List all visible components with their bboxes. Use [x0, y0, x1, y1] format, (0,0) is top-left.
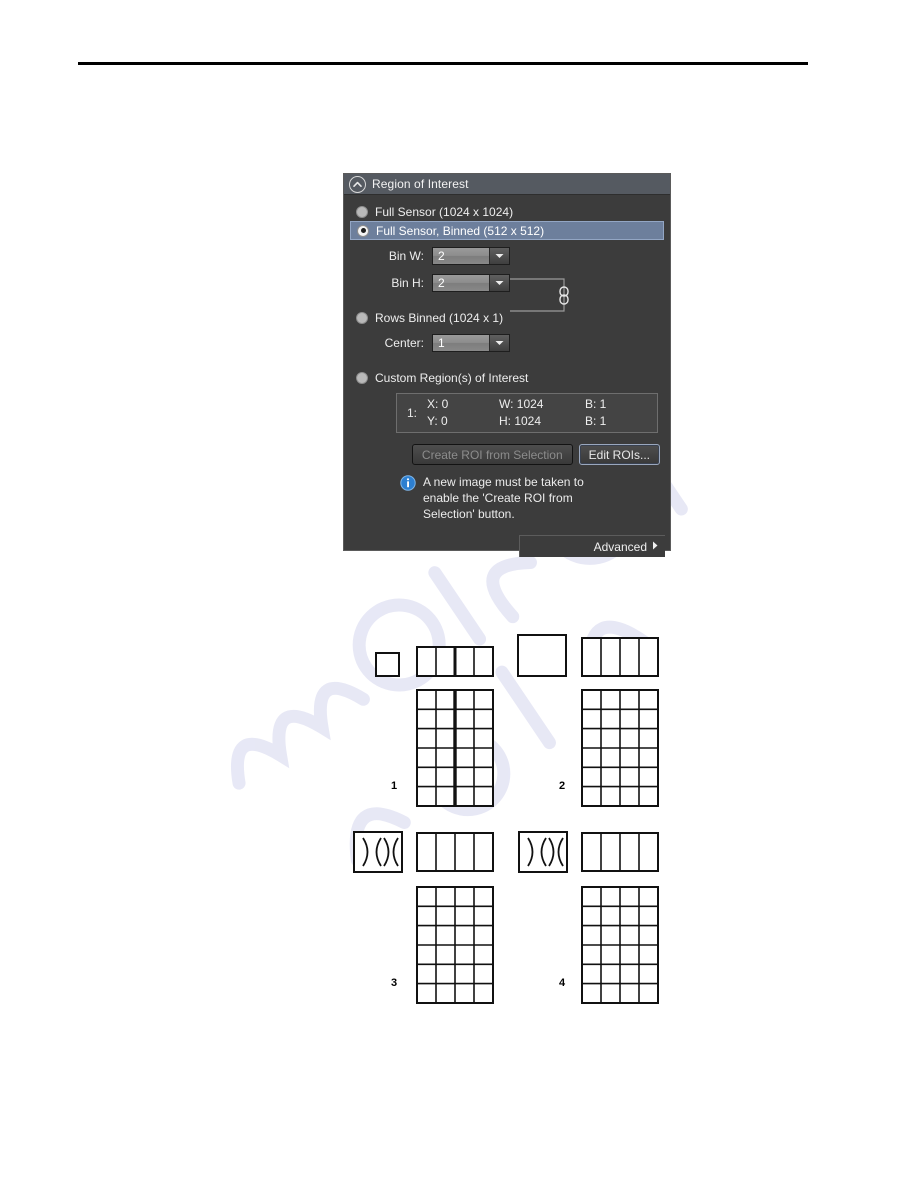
panel-1-grid [416, 689, 494, 807]
radio-indicator [356, 311, 368, 324]
panel-label-3: 3 [391, 977, 397, 989]
roi-y-value: Y: 0 [427, 414, 448, 428]
create-roi-from-selection-button[interactable]: Create ROI from Selection [411, 444, 573, 465]
panel-titlebar: Region of Interest [344, 174, 670, 195]
panel-title: Region of Interest [372, 177, 469, 191]
panel-4-strip [581, 832, 659, 872]
roi-row: X: 0 Y: 0 W: 1024 H: 1024 B: 1 B: 1 [427, 396, 657, 430]
radio-full-sensor-binned[interactable]: Full Sensor, Binned (512 x 512) [350, 221, 664, 240]
roi-bin1-value: B: 1 [585, 397, 607, 411]
roi-w-value: W: 1024 [499, 397, 544, 411]
panel-3-strip [416, 832, 494, 872]
bin-height-label: Bin H: [391, 276, 424, 290]
panel-3-grid [416, 886, 494, 1004]
advanced-button[interactable]: Advanced [519, 535, 665, 557]
radio-custom-regions[interactable]: Custom Region(s) of Interest [344, 368, 670, 387]
panel-label-4: 4 [559, 977, 566, 989]
chain-link-icon[interactable] [508, 273, 578, 317]
info-text: A new image must be taken to enable the … [423, 474, 584, 522]
radio-indicator [356, 371, 368, 384]
info-line-2: enable the 'Create ROI from [423, 491, 573, 505]
roi-x-value: X: 0 [427, 397, 449, 411]
panel-label-2: 2 [559, 780, 565, 792]
info-line-1: A new image must be taken to [423, 475, 584, 489]
panel-4-grid [581, 886, 659, 1004]
bin-height-value: 2 [438, 276, 445, 290]
panel-label-1: 1 [391, 780, 397, 792]
roi-button-row: Create ROI from Selection Edit ROIs... [344, 444, 660, 465]
roi-list[interactable]: 1: X: 0 Y: 0 W: 1024 H: 1024 B: 1 B: 1 [396, 393, 658, 433]
bin-width-combobox[interactable]: 2 [432, 247, 510, 265]
page-header-rule [78, 62, 808, 65]
panel-3-pixel-icon [353, 831, 403, 873]
radio-label: Full Sensor (1024 x 1024) [375, 204, 514, 219]
roi-bin2-value: B: 1 [585, 414, 607, 428]
info-line-3: Selection' button. [423, 507, 515, 521]
chevron-down-icon[interactable] [489, 248, 509, 264]
panel-2-grid [581, 689, 659, 807]
panel-4-pixel-icon [518, 831, 568, 873]
chevron-down-icon[interactable] [489, 335, 509, 351]
radio-indicator [356, 205, 368, 218]
region-of-interest-panel: Region of Interest Full Sensor (1024 x 1… [343, 173, 671, 557]
center-combobox[interactable]: 1 [432, 334, 510, 352]
bin-height-row: Bin H: 2 [344, 272, 670, 294]
bin-width-row: Bin W: 2 [344, 245, 670, 267]
radio-full-sensor[interactable]: Full Sensor (1024 x 1024) [344, 202, 670, 221]
bin-height-combobox[interactable]: 2 [432, 274, 510, 292]
roi-row-index: 1: [406, 406, 417, 420]
chevron-up-icon[interactable] [349, 175, 366, 193]
radio-label: Rows Binned (1024 x 1) [375, 310, 504, 325]
advanced-label: Advanced [593, 539, 647, 554]
center-label: Center: [384, 336, 424, 350]
radio-indicator-selected [357, 224, 369, 237]
bin-width-label: Bin W: [388, 249, 424, 263]
info-icon [400, 475, 416, 491]
radio-label: Full Sensor, Binned (512 x 512) [376, 223, 545, 238]
roi-h-value: H: 1024 [499, 414, 542, 428]
roi-bin-column: B: 1 B: 1 [585, 396, 625, 430]
roi-xy-column: X: 0 Y: 0 [427, 396, 499, 430]
panel-1-strip [416, 646, 494, 677]
info-note: A new image must be taken to enable the … [400, 474, 670, 522]
radio-rows-binned[interactable]: Rows Binned (1024 x 1) [344, 308, 670, 327]
center-value: 1 [438, 336, 445, 350]
chevron-right-icon [652, 541, 658, 553]
roi-wh-column: W: 1024 H: 1024 [499, 396, 585, 430]
panel-2-strip [581, 637, 659, 677]
panel-body: Full Sensor (1024 x 1024) Full Sensor, B… [344, 195, 670, 557]
bin-width-value: 2 [438, 249, 445, 263]
center-row: Center: 1 [344, 332, 670, 354]
panel-2-pixel-icon [517, 634, 567, 677]
panel-1-pixel-icon [375, 652, 400, 677]
chevron-down-icon[interactable] [489, 275, 509, 291]
radio-label: Custom Region(s) of Interest [375, 370, 529, 385]
edit-rois-button[interactable]: Edit ROIs... [578, 444, 660, 465]
